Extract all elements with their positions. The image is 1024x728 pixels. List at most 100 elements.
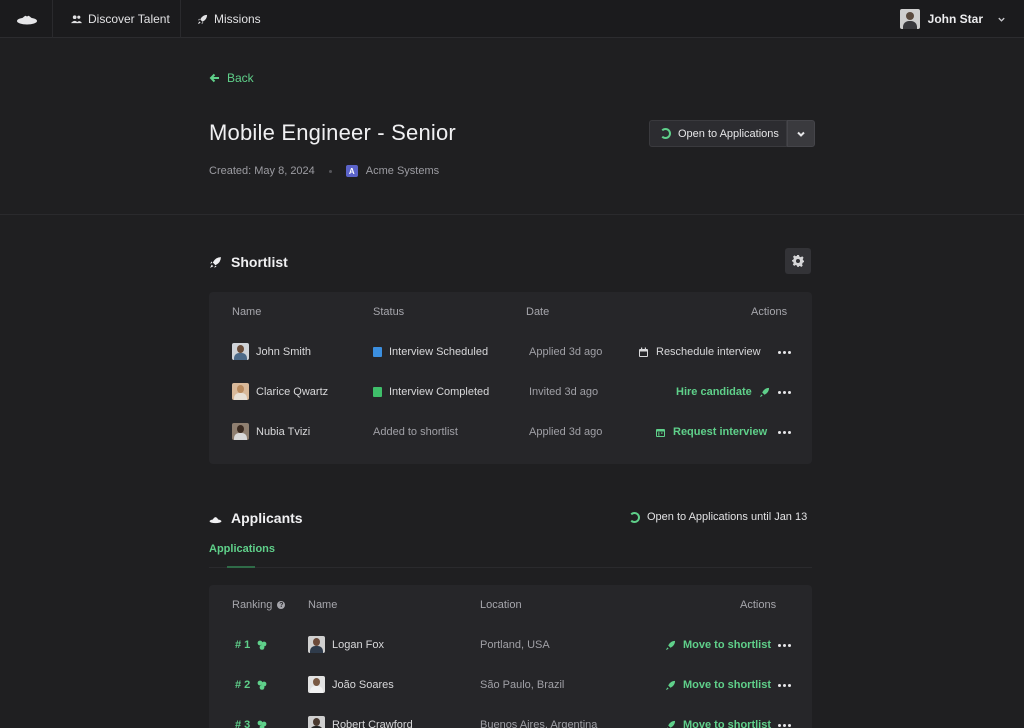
candidate-name: Nubia Tvizi: [256, 425, 311, 438]
nav-discover-talent[interactable]: Discover Talent: [71, 12, 170, 26]
badge-icon: [257, 720, 267, 728]
more-options-button[interactable]: [778, 684, 791, 687]
tab-applications[interactable]: Applications: [209, 543, 275, 555]
tab-active-indicator: [227, 566, 255, 568]
nav-divider: [52, 0, 53, 38]
rocket-icon: [666, 720, 676, 728]
candidate-name: John Smith: [256, 345, 312, 358]
move-to-shortlist-button[interactable]: Move to shortlist: [665, 639, 771, 651]
spinner-icon: [629, 511, 640, 523]
action-label: Move to shortlist: [683, 639, 772, 651]
avatar: [308, 636, 325, 653]
hire-candidate-button[interactable]: Hire candidate: [676, 386, 770, 398]
location-text: Portland, USA: [480, 639, 550, 651]
table-row[interactable]: Nubia Tvizi: [232, 423, 310, 440]
spinner-icon: [660, 128, 671, 139]
rocket-icon: [665, 680, 676, 690]
back-link[interactable]: Back: [209, 71, 254, 85]
meta-separator: [328, 169, 332, 173]
shortlist-table: Name Status Date Actions John Smith Inte…: [209, 292, 812, 464]
shortlist-header: Shortlist: [209, 254, 288, 270]
rank-number: # 3: [235, 719, 251, 728]
page-title: Mobile Engineer - Senior: [209, 120, 456, 145]
shortlist-settings-button[interactable]: [785, 248, 811, 274]
logo-icon[interactable]: [15, 10, 39, 28]
column-header-status: Status: [373, 306, 405, 318]
move-to-shortlist-button[interactable]: Move to shortlist: [665, 679, 771, 691]
table-row[interactable]: John Smith: [232, 343, 311, 360]
avatar: [232, 423, 249, 440]
info-icon[interactable]: ?: [277, 601, 286, 610]
action-label: Move to shortlist: [683, 679, 772, 691]
status-label: Open to Applications: [678, 127, 779, 140]
status-button[interactable]: Open to Applications: [649, 120, 787, 147]
nav-missions-label: Missions: [214, 12, 261, 26]
calendar-icon: [373, 347, 382, 357]
job-meta: Created: May 8, 2024 A Acme Systems: [209, 165, 439, 177]
avatar: [308, 716, 325, 728]
people-icon: [71, 14, 82, 23]
shortlist-title: Shortlist: [231, 254, 288, 270]
move-to-shortlist-button[interactable]: Move to shortlist: [665, 719, 771, 728]
nav-missions[interactable]: Missions: [197, 12, 261, 26]
applicant-name: Logan Fox: [332, 638, 384, 651]
date-text: Applied 3d ago: [529, 426, 603, 438]
location-text: São Paulo, Brazil: [480, 679, 565, 691]
column-header-location: Location: [480, 599, 522, 611]
open-until-status: Open to Applications until Jan 13: [629, 511, 807, 523]
rocket-icon: [665, 640, 676, 650]
user-menu[interactable]: John Star: [899, 9, 1006, 29]
more-options-button[interactable]: [778, 724, 791, 727]
rank-cell: # 3: [235, 719, 267, 728]
rank-number: # 2: [235, 679, 251, 691]
rocket-icon: [759, 387, 769, 397]
table-row[interactable]: João Soares: [308, 676, 394, 693]
calendar-check-icon: [373, 387, 382, 397]
applicant-name: Robert Crawford: [332, 718, 413, 728]
chevron-down-icon: [797, 131, 805, 137]
more-options-button[interactable]: [778, 391, 791, 394]
applicants-table: Ranking? Name Location Actions # 1 Logan…: [209, 585, 812, 728]
status-text: Added to shortlist: [373, 426, 458, 438]
company-logo: A: [345, 165, 358, 177]
more-options-button[interactable]: [778, 644, 791, 647]
applicants-title: Applicants: [231, 510, 303, 526]
table-row[interactable]: Logan Fox: [308, 636, 384, 653]
rank-cell: # 2: [235, 679, 267, 691]
more-options-button[interactable]: [778, 351, 791, 354]
company-name: Acme Systems: [365, 165, 440, 177]
avatar: [899, 9, 920, 29]
rocket-icon: [210, 256, 221, 268]
gear-icon: [792, 255, 804, 267]
ranking-label: Ranking: [232, 599, 273, 611]
column-header-name: Name: [308, 599, 338, 611]
action-label: Request interview: [673, 426, 768, 438]
action-label: Move to shortlist: [683, 719, 772, 728]
status-text: Interview Scheduled: [389, 346, 489, 358]
applicants-header: Applicants: [209, 510, 303, 526]
calendar-icon: [656, 428, 665, 437]
table-row[interactable]: Clarice Qwartz: [232, 383, 328, 400]
location-text: Buenos Aires, Argentina: [480, 719, 598, 728]
hat-icon: [209, 516, 222, 523]
badge-icon: [257, 680, 267, 690]
request-interview-button[interactable]: Request interview: [655, 426, 767, 438]
candidate-name: Clarice Qwartz: [256, 385, 329, 398]
top-nav: Discover Talent Missions John Star: [0, 0, 1024, 38]
applicant-name: João Soares: [332, 678, 394, 691]
more-options-button[interactable]: [778, 431, 791, 434]
created-date: Created: May 8, 2024: [209, 165, 315, 177]
user-name: John Star: [927, 12, 983, 26]
status-cell: Interview Scheduled: [373, 346, 488, 358]
section-divider: [0, 214, 1024, 215]
nav-discover-label: Discover Talent: [88, 12, 170, 26]
avatar: [232, 383, 249, 400]
badge-icon: [257, 640, 267, 650]
column-header-date: Date: [526, 306, 550, 318]
reschedule-interview-button[interactable]: Reschedule interview: [638, 346, 761, 358]
status-dropdown-toggle[interactable]: [787, 120, 815, 147]
action-label: Reschedule interview: [656, 346, 761, 358]
avatar: [232, 343, 249, 360]
table-row[interactable]: Robert Crawford: [308, 716, 413, 728]
column-header-ranking: Ranking?: [232, 599, 286, 611]
